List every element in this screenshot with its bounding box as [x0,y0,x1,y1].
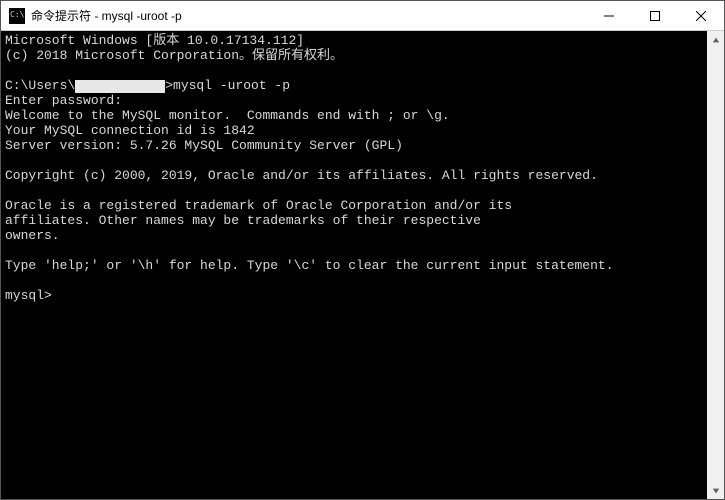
scroll-track[interactable] [707,48,724,482]
window-controls [586,1,724,30]
line: Welcome to the MySQL monitor. Commands e… [5,108,450,123]
line: Enter password: [5,93,122,108]
line: Microsoft Windows [版本 10.0.17134.112] [5,33,304,48]
line: Server version: 5.7.26 MySQL Community S… [5,138,403,153]
prompt-prefix: C:\Users\ [5,78,75,93]
terminal-area: Microsoft Windows [版本 10.0.17134.112] (c… [1,31,724,499]
maximize-button[interactable] [632,1,678,30]
line: owners. [5,228,60,243]
line: Type 'help;' or '\h' for help. Type '\c'… [5,258,614,273]
scroll-up-button[interactable] [707,31,724,48]
terminal-output[interactable]: Microsoft Windows [版本 10.0.17134.112] (c… [1,31,707,499]
mysql-prompt: mysql> [5,288,52,303]
redacted-username [75,80,165,93]
line: (c) 2018 Microsoft Corporation。保留所有权利。 [5,48,343,63]
scroll-down-button[interactable] [707,482,724,499]
minimize-button[interactable] [586,1,632,30]
window-title: 命令提示符 - mysql -uroot -p [31,7,586,24]
vertical-scrollbar[interactable] [707,31,724,499]
line: Oracle is a registered trademark of Orac… [5,198,512,213]
prompt-command: >mysql -uroot -p [165,78,290,93]
line: Your MySQL connection id is 1842 [5,123,255,138]
line: affiliates. Other names may be trademark… [5,213,481,228]
line: Copyright (c) 2000, 2019, Oracle and/or … [5,168,598,183]
close-button[interactable] [678,1,724,30]
cmd-icon [9,8,25,24]
window-titlebar: 命令提示符 - mysql -uroot -p [1,1,724,31]
